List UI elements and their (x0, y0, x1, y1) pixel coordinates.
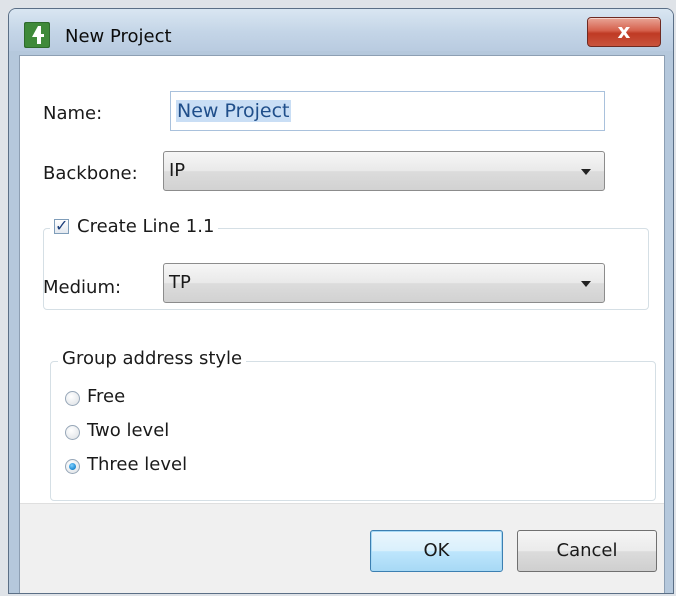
window-title: New Project (65, 26, 172, 47)
radio-option-free[interactable]: Free (65, 386, 265, 410)
backbone-label: Backbone: (43, 163, 138, 184)
radio-free-label: Free (87, 386, 126, 407)
title-bar[interactable]: New Project x (9, 9, 673, 51)
backbone-select[interactable]: IP (163, 151, 605, 191)
name-input-value: New Project (176, 100, 291, 122)
radio-option-three-level[interactable]: Three level (65, 454, 265, 478)
medium-select-value: TP (169, 272, 191, 293)
create-line-checkbox[interactable]: ✓ (54, 216, 69, 235)
name-input[interactable]: New Project (170, 91, 605, 131)
ok-button[interactable]: OK (370, 530, 503, 572)
medium-label: Medium: (43, 277, 122, 298)
create-line-label: Create Line 1.1 (77, 216, 215, 237)
radio-two-level[interactable] (65, 425, 80, 440)
backbone-select-value: IP (169, 160, 186, 181)
create-line-legend[interactable]: ✓ Create Line 1.1 (50, 216, 219, 237)
dialog-footer: OK Cancel (20, 503, 664, 593)
medium-select[interactable]: TP (163, 263, 605, 303)
radio-three-level-label: Three level (87, 454, 188, 475)
name-label: Name: (43, 103, 103, 124)
radio-option-two-level[interactable]: Two level (65, 420, 265, 444)
radio-two-level-label: Two level (87, 420, 170, 441)
close-icon: x (617, 19, 631, 43)
checkmark-icon: ✓ (55, 216, 69, 235)
dialog-content: Name: New Project Backbone: IP ✓ Create … (19, 55, 665, 593)
ets-app-icon (24, 22, 50, 48)
cancel-button[interactable]: Cancel (517, 530, 657, 572)
group-address-style-legend: Group address style (58, 348, 247, 369)
radio-selected-dot (69, 463, 76, 470)
radio-three-level[interactable] (65, 459, 80, 474)
chevron-down-icon (581, 169, 591, 175)
radio-free[interactable] (65, 391, 80, 406)
new-project-dialog: New Project x Name: New Project Backbone… (8, 8, 674, 594)
chevron-down-icon (581, 281, 591, 287)
close-button[interactable]: x (587, 17, 661, 47)
